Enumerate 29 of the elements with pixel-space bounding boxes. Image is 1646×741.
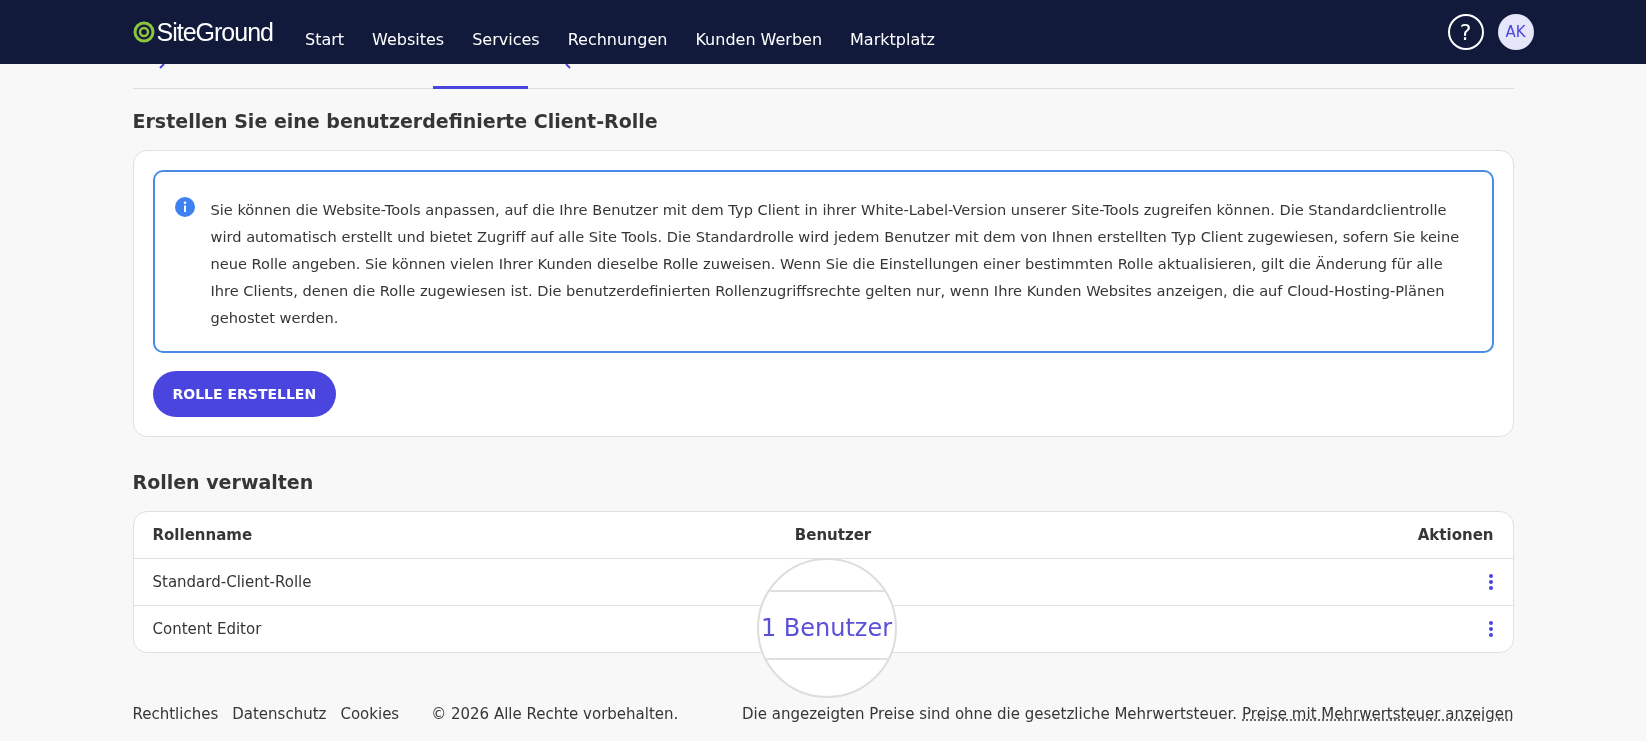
logo-icon bbox=[132, 20, 155, 44]
user-avatar[interactable]: AK bbox=[1497, 14, 1534, 50]
column-header: Rollenname bbox=[152, 526, 254, 544]
brand-name[interactable]: SiteGround bbox=[156, 17, 273, 47]
section-title: Rollen verwalten bbox=[132, 471, 315, 493]
nav-link[interactable]: Start bbox=[304, 29, 345, 49]
info-text: Sie können die Website-Tools anpassen, auf die Ihre Benutzer mit dem Typ Client in ihrer White-Label-Version unserer Site-Tools zugreifen können. Die Standardclientrolle wird automatisch erstellt und bietet Zugriff auf alle Site Tools. Die Standardrolle wird jedem Benutzer mit dem von Ihnen erstellten Typ Client zugewiesen, sofern Sie keine neue Rolle angeben. Sie können vielen Ihrer Kunden dieselbe Rolle zuweisen. Wenn Sie die Einstellungen einer bestimmten Rolle aktualisieren, gilt die Änderung für alle Ihre Clients, denen die Rolle zugewiesen ist. Die benutzerdefinierten Rollenzugriffsrechte gelten nur, wenn Ihre Kunden Websites anzeigen, die auf Cloud-Hosting-Plänen gehostet werden. bbox=[210, 200, 1461, 328]
table-cell-text: Standard-Client-Rolle bbox=[152, 573, 313, 591]
tax-note: Die angezeigten Preise sind ohne die gesetzliche Mehrwertsteuer. bbox=[741, 705, 1238, 723]
more-options-icon[interactable] bbox=[1487, 620, 1494, 638]
user-count-link[interactable]: 1 Benutzer bbox=[760, 614, 893, 642]
info-icon bbox=[174, 197, 195, 217]
footer-link[interactable]: Rechtliches bbox=[132, 705, 219, 723]
create-role-button[interactable]: ROLLE ERSTELLEN bbox=[152, 371, 337, 417]
nav-link[interactable]: Marktplatz bbox=[850, 29, 935, 49]
help-button[interactable]: ? bbox=[1447, 14, 1484, 50]
nav-link[interactable]: Kunden Werben bbox=[695, 29, 823, 49]
nav-link[interactable]: Services bbox=[472, 29, 540, 49]
copyright-text: © 2026 Alle Rechte vorbehalten. bbox=[431, 705, 679, 723]
footer-link[interactable]: Cookies bbox=[340, 705, 400, 723]
column-header: Benutzer bbox=[793, 526, 872, 544]
nav-link[interactable]: Rechnungen bbox=[567, 29, 668, 49]
footer-link[interactable]: Datenschutz bbox=[232, 705, 327, 723]
table-cell-text: Content Editor bbox=[152, 620, 263, 638]
column-header: Aktionen bbox=[1417, 526, 1494, 544]
more-options-icon[interactable] bbox=[1487, 573, 1494, 591]
section-title: Erstellen Sie eine benutzerdefinierte Client-Rolle bbox=[132, 110, 659, 132]
tax-link[interactable]: Preise mit Mehrwertsteuer anzeigen bbox=[1242, 705, 1514, 723]
nav-link[interactable]: Websites bbox=[372, 29, 445, 49]
